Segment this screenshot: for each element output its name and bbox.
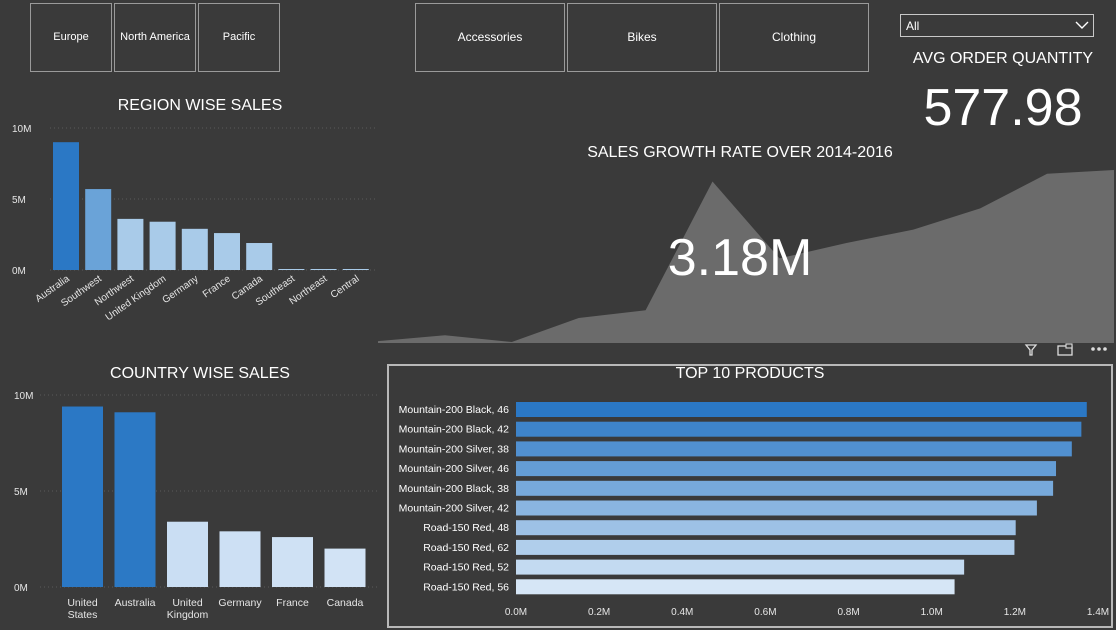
product-bar-mountain-200-silver-46[interactable] bbox=[516, 461, 1057, 477]
country-xtick-label: Australia bbox=[115, 597, 156, 609]
growth-chart-title: SALES GROWTH RATE OVER 2014-2016 bbox=[587, 144, 893, 161]
region-bar-southwest[interactable] bbox=[85, 189, 112, 270]
top-products-chart: Mountain-200 Black, 46 Mountain-200 Black… bbox=[399, 402, 1109, 618]
region-sales-chart: 0M5M10MAustraliaSouthwestNorthwestUnited… bbox=[12, 124, 378, 323]
filter-dropdown[interactable]: All bbox=[900, 14, 1094, 37]
region-bar-australia[interactable] bbox=[53, 142, 79, 270]
slicer-accessories[interactable]: Accessories bbox=[415, 3, 565, 72]
filter-icon[interactable] bbox=[1021, 343, 1041, 357]
product-label: Road-150 Red, 52 bbox=[423, 562, 509, 574]
region-ytick-label: 0M bbox=[12, 266, 26, 277]
region-bar-southeast[interactable] bbox=[278, 269, 305, 270]
product-xtick-label: 1.2M bbox=[1004, 607, 1026, 618]
slicer-pacific[interactable]: Pacific bbox=[198, 3, 280, 72]
product-bar-mountain-200-black-46[interactable] bbox=[516, 402, 1087, 417]
chevron-down-icon bbox=[1075, 21, 1089, 29]
top-products-title: TOP 10 PRODUCTS bbox=[675, 365, 825, 382]
region-bar-united-kingdom[interactable] bbox=[149, 221, 176, 270]
product-xtick-label: 0.2M bbox=[588, 607, 610, 618]
product-label: Mountain-200 Black, 42 bbox=[399, 424, 509, 436]
slicer-europe[interactable]: Europe bbox=[30, 3, 112, 72]
product-xtick-label: 0.8M bbox=[837, 607, 859, 618]
region-xtick-label: Germany bbox=[161, 273, 201, 306]
country-sales-chart: 0M5M10MUnitedStatesAustralia UnitedKingdo… bbox=[14, 391, 378, 621]
country-xtick-label: States bbox=[68, 609, 98, 621]
product-label: Road-150 Red, 56 bbox=[423, 581, 509, 593]
region-bar-northeast[interactable] bbox=[310, 269, 337, 270]
country-xtick-label: Canada bbox=[327, 597, 364, 609]
slicer-clothing[interactable]: Clothing bbox=[719, 3, 869, 72]
product-label: Mountain-200 Silver, 46 bbox=[399, 463, 509, 475]
product-bar-road-150-red-62[interactable] bbox=[516, 539, 1015, 555]
region-xtick-label: United Kingdom bbox=[104, 273, 169, 323]
product-xtick-label: 0.6M bbox=[754, 607, 776, 618]
region-ytick-label: 5M bbox=[12, 195, 26, 206]
product-label: Road-150 Red, 48 bbox=[423, 522, 509, 534]
region-bar-central[interactable] bbox=[342, 269, 369, 270]
product-label: Mountain-200 Black, 38 bbox=[399, 483, 509, 495]
avg-order-value: 577.98 bbox=[923, 79, 1083, 137]
product-bar-mountain-200-silver-38[interactable] bbox=[516, 441, 1072, 457]
more-options-icon[interactable] bbox=[1089, 343, 1109, 357]
country-bar-canada[interactable] bbox=[324, 548, 366, 587]
growth-kpi-value: 3.18M bbox=[667, 229, 813, 287]
product-label: Mountain-200 Silver, 42 bbox=[399, 503, 509, 515]
region-ytick-label: 10M bbox=[12, 124, 31, 135]
slicer-north-america[interactable]: North America bbox=[114, 3, 196, 72]
product-label: Mountain-200 Silver, 38 bbox=[399, 443, 509, 455]
country-bar-australia[interactable] bbox=[114, 412, 156, 587]
country-chart-title: COUNTRY WISE SALES bbox=[110, 365, 290, 382]
product-xtick-label: 1.4M bbox=[1087, 607, 1109, 618]
region-bar-northwest[interactable] bbox=[117, 218, 144, 270]
country-ytick-label: 0M bbox=[14, 583, 28, 594]
region-xtick-label: France bbox=[201, 273, 233, 300]
product-bar-mountain-200-silver-42[interactable] bbox=[516, 500, 1037, 516]
avg-order-title: AVG ORDER QUANTITY bbox=[912, 50, 1094, 67]
product-xtick-label: 0.4M bbox=[671, 607, 693, 618]
product-label: Road-150 Red, 62 bbox=[423, 542, 509, 554]
country-bar-france[interactable] bbox=[272, 537, 313, 587]
product-bar-road-150-red-52[interactable] bbox=[516, 559, 965, 575]
country-xtick-label: Germany bbox=[218, 597, 262, 609]
product-xtick-label: 0.0M bbox=[505, 607, 527, 618]
product-bar-mountain-200-black-38[interactable] bbox=[516, 480, 1054, 496]
country-xtick-label: Kingdom bbox=[167, 609, 209, 621]
product-xtick-label: 1.0M bbox=[921, 607, 943, 618]
slicer-bikes[interactable]: Bikes bbox=[567, 3, 717, 72]
country-ytick-label: 10M bbox=[14, 391, 33, 402]
product-bar-road-150-red-56[interactable] bbox=[516, 579, 955, 595]
region-bar-canada[interactable] bbox=[246, 243, 273, 270]
focus-mode-icon[interactable] bbox=[1055, 343, 1075, 357]
region-bar-france[interactable] bbox=[214, 233, 240, 270]
region-chart-title: REGION WISE SALES bbox=[117, 97, 283, 114]
dropdown-selected-value: All bbox=[906, 18, 920, 33]
country-bar-united-kingdom[interactable] bbox=[167, 521, 208, 587]
product-bar-mountain-200-black-42[interactable] bbox=[516, 421, 1082, 437]
country-xtick-label: United bbox=[67, 597, 98, 609]
product-label: Mountain-200 Black, 46 bbox=[399, 404, 509, 416]
country-xtick-label: United bbox=[172, 597, 203, 609]
country-bar-united-states[interactable] bbox=[62, 406, 103, 587]
country-xtick-label: France bbox=[276, 597, 309, 609]
region-xtick-label: Central bbox=[329, 273, 362, 301]
region-bar-germany[interactable] bbox=[181, 228, 208, 270]
country-bar-germany[interactable] bbox=[219, 531, 261, 587]
product-bar-road-150-red-48[interactable] bbox=[516, 520, 1016, 536]
country-ytick-label: 5M bbox=[14, 487, 28, 498]
